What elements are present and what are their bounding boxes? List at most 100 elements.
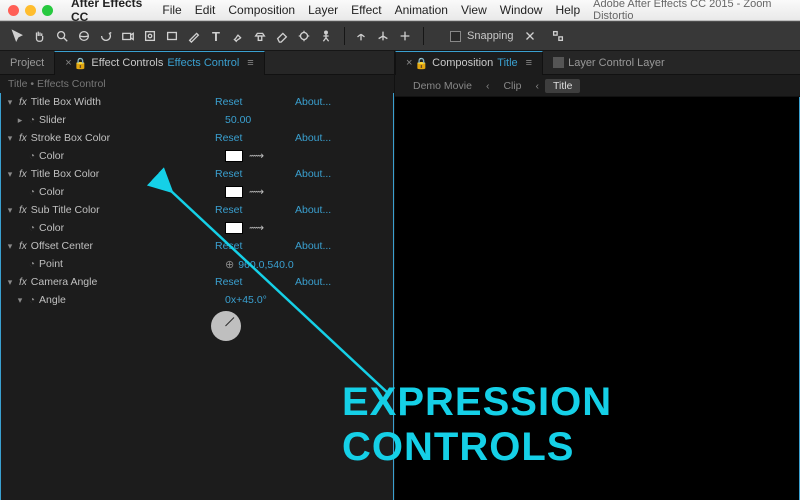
point-value[interactable]: 960.0,540.0: [238, 259, 293, 271]
right-panel: × 🔒 Composition Title ≡ Layer Control La…: [395, 51, 800, 500]
tab-effect-controls[interactable]: × 🔒 Effect Controls Effects Control ≡: [54, 51, 264, 75]
brush-tool-icon[interactable]: [228, 26, 248, 46]
lock-icon[interactable]: 🔒: [74, 57, 88, 70]
stopwatch-icon[interactable]: ◔: [29, 295, 35, 306]
fx-stroke-box-color-value[interactable]: ▸◔Color ⟿: [1, 147, 393, 165]
about-button[interactable]: About...: [295, 132, 393, 144]
app-name[interactable]: After Effects CC: [71, 0, 154, 24]
menu-animation[interactable]: Animation: [395, 3, 448, 17]
twirl-icon[interactable]: ▾: [5, 241, 15, 252]
menu-layer[interactable]: Layer: [308, 3, 338, 17]
stopwatch-icon[interactable]: ◔: [29, 115, 35, 126]
fx-title-box-width[interactable]: ▾fxTitle Box Width Reset About...: [1, 93, 393, 111]
stopwatch-icon[interactable]: ◔: [29, 223, 35, 234]
rotate-tool-icon[interactable]: [96, 26, 116, 46]
snap-edges-icon[interactable]: [520, 26, 540, 46]
color-swatch[interactable]: [225, 150, 243, 162]
reset-button[interactable]: Reset: [215, 240, 295, 252]
color-swatch[interactable]: [225, 222, 243, 234]
reset-button[interactable]: Reset: [215, 204, 295, 216]
reset-button[interactable]: Reset: [215, 276, 295, 288]
pan-behind-tool-icon[interactable]: [140, 26, 160, 46]
composition-viewer[interactable]: [395, 97, 800, 500]
about-button[interactable]: About...: [295, 276, 393, 288]
fx-camera-angle[interactable]: ▾fxCamera Angle Reset About...: [1, 273, 393, 291]
zoom-window-icon[interactable]: [42, 5, 53, 16]
stopwatch-icon[interactable]: ◔: [29, 259, 35, 270]
close-tab-icon[interactable]: ×: [65, 57, 71, 69]
world-axis-mode-icon[interactable]: [373, 26, 393, 46]
menu-effect[interactable]: Effect: [351, 3, 381, 17]
menu-composition[interactable]: Composition: [228, 3, 295, 17]
fx-offset-center[interactable]: ▾fxOffset Center Reset About...: [1, 237, 393, 255]
zoom-tool-icon[interactable]: [52, 26, 72, 46]
twirl-icon[interactable]: ▾: [15, 295, 25, 306]
about-button[interactable]: About...: [295, 204, 393, 216]
fx-stroke-box-color[interactable]: ▾fxStroke Box Color Reset About...: [1, 129, 393, 147]
selection-tool-icon[interactable]: [8, 26, 28, 46]
view-axis-mode-icon[interactable]: [395, 26, 415, 46]
roto-brush-tool-icon[interactable]: [294, 26, 314, 46]
stopwatch-icon[interactable]: ◔: [29, 187, 35, 198]
snap-bounds-icon[interactable]: [548, 26, 568, 46]
eyedropper-icon[interactable]: ⟿: [249, 186, 264, 198]
reset-button[interactable]: Reset: [215, 132, 295, 144]
fx-camera-angle-value[interactable]: ▾◔Angle 0x+45.0°: [1, 291, 393, 309]
about-button[interactable]: About...: [295, 96, 393, 108]
twirl-icon[interactable]: ▾: [5, 205, 15, 216]
menu-file[interactable]: File: [162, 3, 181, 17]
twirl-icon[interactable]: ▸: [15, 115, 25, 126]
puppet-tool-icon[interactable]: [316, 26, 336, 46]
eyedropper-icon[interactable]: ⟿: [249, 150, 264, 162]
tab-effect-controls-label: Effect Controls: [91, 57, 163, 69]
crumb-demo-movie[interactable]: Demo Movie: [405, 79, 480, 93]
reset-button[interactable]: Reset: [215, 96, 295, 108]
point-crosshair-icon[interactable]: ⊕: [225, 259, 234, 271]
panel-menu-icon[interactable]: ≡: [526, 57, 532, 69]
fx-title-box-color-value[interactable]: ▸◔Color ⟿: [1, 183, 393, 201]
slider-value[interactable]: 50.00: [225, 114, 393, 126]
eraser-tool-icon[interactable]: [272, 26, 292, 46]
type-tool-icon[interactable]: T: [206, 26, 226, 46]
angle-value[interactable]: 0x+45.0°: [225, 294, 393, 306]
color-swatch[interactable]: [225, 186, 243, 198]
eyedropper-icon[interactable]: ⟿: [249, 222, 264, 234]
minimize-window-icon[interactable]: [25, 5, 36, 16]
about-button[interactable]: About...: [295, 240, 393, 252]
close-window-icon[interactable]: [8, 5, 19, 16]
window-controls[interactable]: [8, 5, 53, 16]
angle-dial[interactable]: [211, 311, 241, 341]
menu-window[interactable]: Window: [500, 3, 543, 17]
snapping-checkbox[interactable]: [450, 31, 461, 42]
fx-sub-title-color-value[interactable]: ▸◔Color ⟿: [1, 219, 393, 237]
twirl-icon[interactable]: ▾: [5, 97, 15, 108]
about-button[interactable]: About...: [295, 168, 393, 180]
rectangle-tool-icon[interactable]: [162, 26, 182, 46]
tab-composition[interactable]: × 🔒 Composition Title ≡: [395, 51, 543, 75]
tab-layer[interactable]: Layer Control Layer: [543, 51, 675, 75]
menu-edit[interactable]: Edit: [195, 3, 216, 17]
orbit-tool-icon[interactable]: [74, 26, 94, 46]
local-axis-mode-icon[interactable]: [351, 26, 371, 46]
twirl-icon[interactable]: ▾: [5, 133, 15, 144]
fx-title-box-width-slider[interactable]: ▸◔Slider 50.00: [1, 111, 393, 129]
menu-view[interactable]: View: [461, 3, 487, 17]
pen-tool-icon[interactable]: [184, 26, 204, 46]
reset-button[interactable]: Reset: [215, 168, 295, 180]
panel-menu-icon[interactable]: ≡: [247, 57, 253, 69]
clone-stamp-tool-icon[interactable]: [250, 26, 270, 46]
tab-project[interactable]: Project: [0, 51, 54, 75]
close-tab-icon[interactable]: ×: [406, 57, 412, 69]
camera-tool-icon[interactable]: [118, 26, 138, 46]
twirl-icon[interactable]: ▾: [5, 169, 15, 180]
fx-offset-center-value[interactable]: ▸◔Point ⊕960.0,540.0: [1, 255, 393, 273]
stopwatch-icon[interactable]: ◔: [29, 151, 35, 162]
fx-title-box-color[interactable]: ▾fxTitle Box Color Reset About...: [1, 165, 393, 183]
lock-icon[interactable]: 🔒: [414, 57, 428, 70]
fx-sub-title-color[interactable]: ▾fxSub Title Color Reset About...: [1, 201, 393, 219]
twirl-icon[interactable]: ▾: [5, 277, 15, 288]
hand-tool-icon[interactable]: [30, 26, 50, 46]
menu-help[interactable]: Help: [555, 3, 580, 17]
crumb-clip[interactable]: Clip: [495, 79, 529, 93]
crumb-title[interactable]: Title: [545, 79, 580, 93]
